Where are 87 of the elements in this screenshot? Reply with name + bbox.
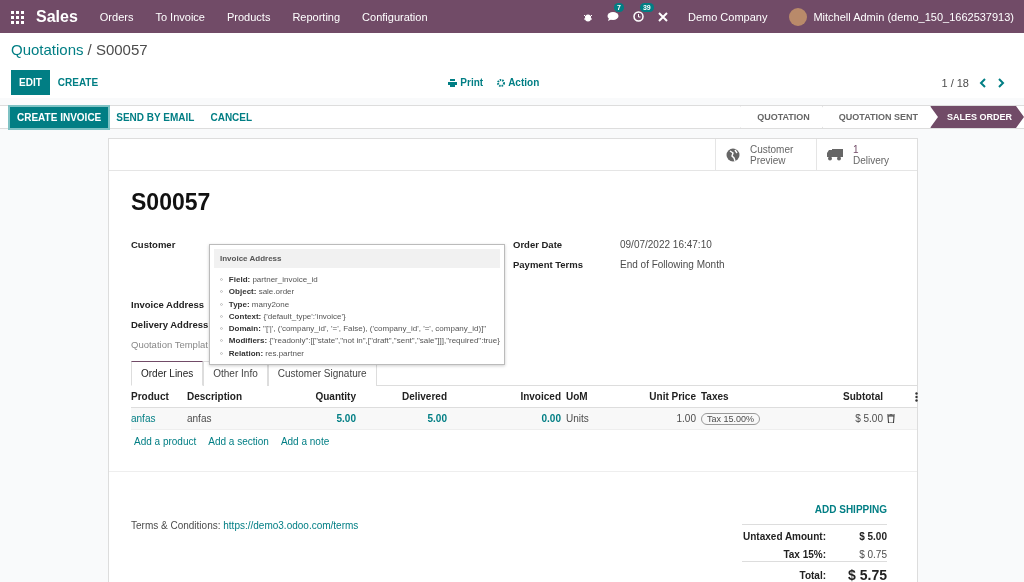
- chat-icon[interactable]: [606, 11, 619, 22]
- breadcrumb-link[interactable]: Quotations: [11, 41, 84, 63]
- next-icon[interactable]: [997, 77, 1005, 88]
- tooltip-item: Domain: "['|', ('company_id', '=', False), ('company_id', '=', company_id)]": [228, 323, 487, 336]
- table-cell-text: 5.00: [335, 413, 356, 424]
- total-value: $ 5.75: [847, 567, 887, 582]
- clock-icon[interactable]: [632, 11, 644, 22]
- column-header[interactable]: Delivered: [356, 391, 447, 402]
- bullet-icon: ◦: [220, 335, 223, 348]
- smart-button[interactable]: Customer Preview: [715, 139, 816, 170]
- company-switcher[interactable]: Demo Company: [687, 10, 768, 23]
- printer-icon: [448, 78, 458, 87]
- bullet-icon: ◦: [220, 298, 223, 311]
- field-label: Payment Terms: [513, 258, 584, 270]
- tooltip-item: Field: partner_invoice_id: [228, 274, 318, 286]
- breadcrumb-current: / S00057: [87, 41, 148, 60]
- column-header[interactable]: Invoiced: [447, 391, 561, 402]
- column-header[interactable]: Product: [131, 391, 187, 402]
- edit-button[interactable]: EDIT: [11, 70, 50, 95]
- bullet-icon: ◦: [220, 286, 223, 299]
- action-link-button[interactable]: CANCEL: [202, 105, 261, 129]
- action-link-button[interactable]: SEND BY EMAIL: [108, 105, 203, 129]
- tools-icon[interactable]: [657, 11, 668, 22]
- total-value: $ 0.75: [858, 548, 887, 560]
- tooltip-title: Invoice Address: [214, 249, 500, 268]
- add-line-link[interactable]: Add a section: [208, 436, 269, 447]
- table-cell-text: anfas: [131, 413, 157, 424]
- create-invoice-button[interactable]: CREATE INVOICE: [10, 106, 109, 128]
- add-line-link[interactable]: Add a product: [134, 436, 197, 447]
- field-label: Quotation Templat: [131, 338, 208, 350]
- user-menu[interactable]: Mitchell Admin (demo_150_1662537913): [813, 10, 1014, 23]
- truck-icon: [827, 148, 843, 161]
- column-header[interactable]: Taxes: [696, 391, 786, 402]
- app-name[interactable]: Sales: [36, 7, 78, 26]
- total-label: Total:: [799, 569, 826, 581]
- apps-menu-icon[interactable]: [10, 9, 24, 24]
- column-header[interactable]: Quantity: [291, 391, 356, 402]
- globe-icon: [726, 147, 740, 162]
- pager-counter: 1 / 18: [941, 76, 969, 89]
- table-cell-text: $ 5.00: [854, 413, 883, 424]
- create-button[interactable]: CREATE: [49, 71, 107, 94]
- bullet-icon: ◦: [220, 310, 223, 324]
- tooltip-item: Type: many2one: [228, 298, 290, 311]
- total-label: Untaxed Amount:: [743, 530, 826, 542]
- tab[interactable]: Order Lines: [131, 361, 204, 386]
- field-label: Invoice Address: [131, 298, 205, 310]
- column-header[interactable]: Description: [187, 391, 291, 402]
- menu-item[interactable]: Configuration: [362, 10, 428, 23]
- column-header[interactable]: UoM: [561, 391, 641, 402]
- bullet-icon: ◦: [220, 347, 223, 361]
- field-label: Order Date: [513, 238, 563, 250]
- terms-text: Terms & Conditions: https://demo3.odoo.com/terms: [131, 520, 360, 533]
- menu-item[interactable]: Orders: [99, 10, 134, 23]
- tooltip-item: Modifiers: {"readonly":[["state","not in",["draft","sent","sale"]]],"required":true}: [228, 335, 500, 348]
- total-value: $ 5.00: [858, 530, 887, 542]
- table-cell-text: 0.00: [540, 413, 561, 424]
- smart-button[interactable]: 1 Delivery: [816, 139, 917, 170]
- print-button[interactable]: Print: [448, 77, 484, 88]
- field-value: 09/07/2022 16:47:10: [620, 238, 713, 250]
- table-cell-text: anfas: [187, 413, 213, 424]
- field-value: End of Following Month: [620, 258, 726, 270]
- previous-icon[interactable]: [979, 77, 987, 88]
- tooltip-item: Context: {'default_type':'invoice'}: [228, 310, 346, 323]
- menu-item[interactable]: Products: [226, 10, 271, 23]
- tooltip-item: Object: sale.order: [228, 286, 295, 299]
- column-header[interactable]: Subtotal: [786, 391, 883, 402]
- terms-link[interactable]: https://demo3.odoo.com/terms: [223, 520, 359, 531]
- add-line-link[interactable]: Add a note: [280, 436, 330, 447]
- column-options-icon[interactable]: [915, 391, 918, 402]
- gear-icon: [497, 78, 506, 87]
- table-cell-text: 5.00: [426, 413, 447, 424]
- field-label: Delivery Address: [131, 318, 209, 330]
- bullet-icon: ◦: [220, 274, 223, 287]
- add-shipping-button[interactable]: ADD SHIPPING: [814, 500, 887, 519]
- action-button[interactable]: Action: [497, 77, 540, 88]
- table-cell-text: Units: [565, 413, 590, 424]
- table-cell-text: 1.00: [675, 413, 696, 424]
- menu-item[interactable]: Reporting: [292, 10, 341, 23]
- menu-item[interactable]: To Invoice: [155, 10, 205, 23]
- bullet-icon: ◦: [220, 323, 223, 336]
- tooltip-item: Relation: res.partner: [228, 347, 304, 360]
- column-header[interactable]: Unit Price: [641, 391, 696, 402]
- field-label: Customer: [131, 238, 176, 250]
- order-title: S00057: [131, 189, 212, 217]
- status-stage[interactable]: SALES ORDER: [930, 106, 1024, 128]
- total-label: Tax 15%:: [783, 548, 826, 560]
- trash-icon[interactable]: [887, 414, 895, 423]
